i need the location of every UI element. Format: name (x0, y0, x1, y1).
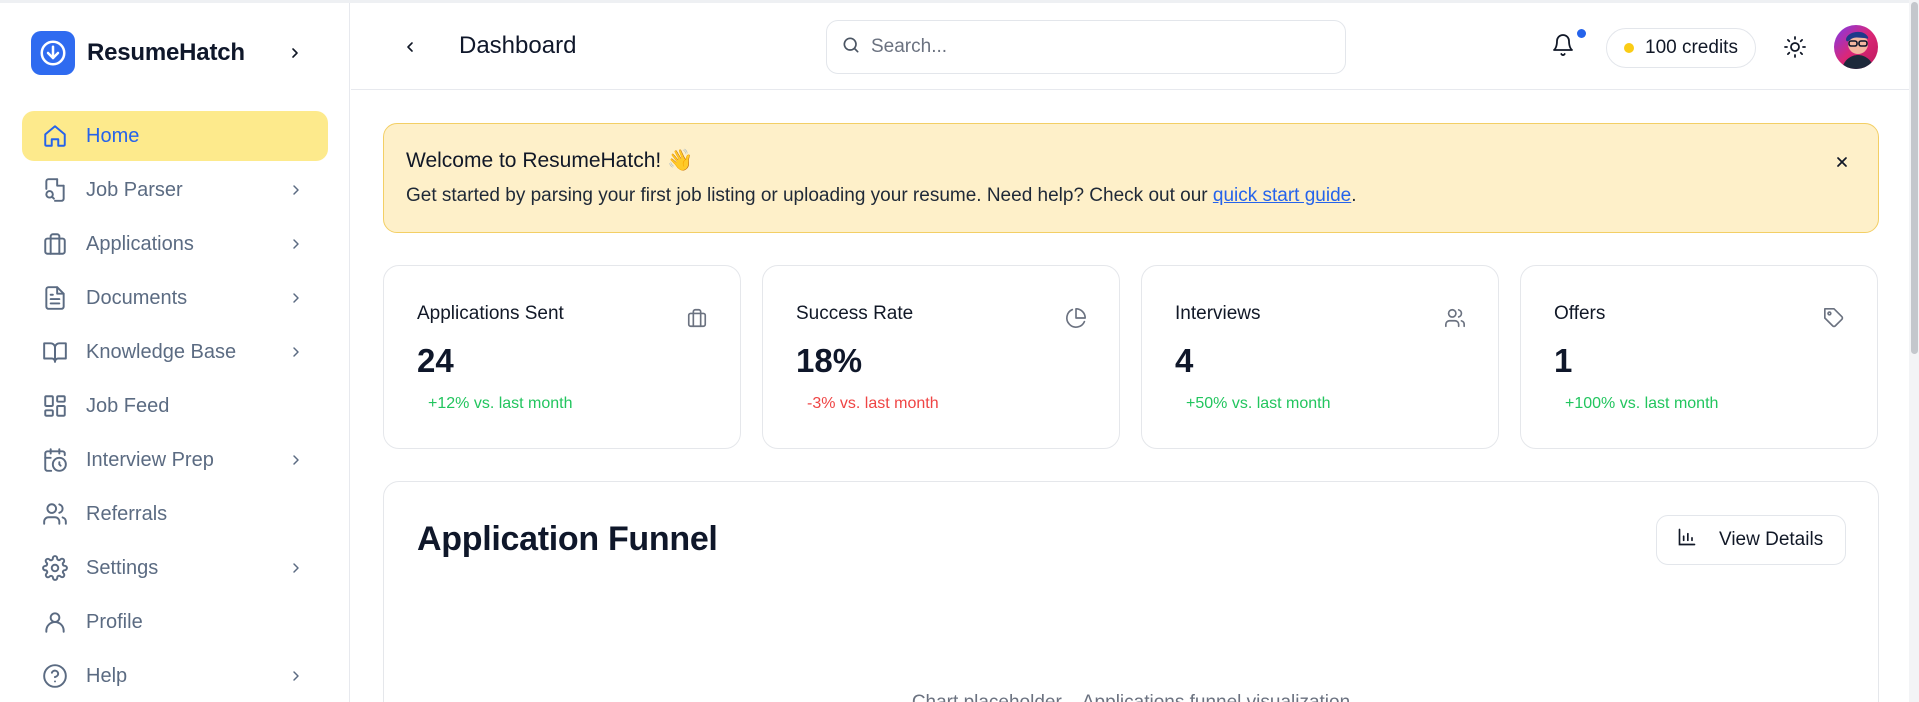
brand[interactable]: ResumeHatch (31, 31, 245, 75)
sidebar-item-home[interactable]: Home (22, 111, 328, 161)
sidebar-item-label: Job Feed (86, 394, 170, 417)
help-circle-icon (42, 663, 68, 689)
search-input[interactable] (871, 36, 1311, 58)
sidebar-item-label: Referrals (86, 502, 168, 525)
credits-badge[interactable]: 100 credits (1606, 28, 1756, 68)
chevron-right-icon[interactable] (286, 180, 306, 200)
sidebar-nav: Home Job Parser Applications Documents K… (22, 111, 328, 702)
quick-start-guide-link[interactable]: quick start guide (1213, 185, 1351, 206)
briefcase-icon (686, 307, 708, 329)
sidebar-item-interview-prep[interactable]: Interview Prep (22, 435, 328, 485)
chart-placeholder-text: Chart placeholder – Applications funnel … (384, 692, 1878, 702)
sidebar: ResumeHatch Home Job Parser Applications (0, 3, 350, 702)
user-icon (42, 609, 68, 635)
users-icon (42, 501, 68, 527)
notification-dot (1577, 29, 1586, 38)
home-icon (42, 123, 68, 149)
notification-bell-icon[interactable] (1551, 33, 1577, 59)
welcome-banner: Welcome to ResumeHatch! 👋 Get started by… (383, 123, 1879, 233)
calendar-clock-icon (42, 447, 68, 473)
chevron-right-icon[interactable] (286, 666, 306, 686)
stat-title: Applications Sent (417, 303, 564, 324)
file-search-icon (42, 177, 68, 203)
sidebar-item-label: Home (86, 124, 140, 147)
avatar[interactable] (1834, 25, 1878, 69)
pie-chart-icon (1065, 307, 1087, 329)
chevron-right-icon[interactable] (286, 342, 306, 362)
application-funnel-panel: Application Funnel View Details Chart pl… (383, 481, 1879, 702)
stat-change: +100% vs. last month (1565, 395, 1719, 412)
top-header: Dashboard 100 credits (351, 3, 1917, 90)
sidebar-item-label: Job Parser (86, 178, 183, 201)
tag-icon (1823, 307, 1845, 329)
briefcase-icon (42, 231, 68, 257)
search-icon (841, 35, 861, 60)
gear-icon (42, 555, 68, 581)
sidebar-item-label: Knowledge Base (86, 340, 237, 363)
stat-card-interviews: Interviews 4 +50% vs. last month (1141, 265, 1499, 449)
users-icon (1444, 307, 1466, 329)
sidebar-item-documents[interactable]: Documents (22, 273, 328, 323)
sidebar-item-label: Help (86, 664, 128, 687)
document-icon (42, 285, 68, 311)
sidebar-item-applications[interactable]: Applications (22, 219, 328, 269)
sidebar-item-label: Interview Prep (86, 448, 214, 471)
sidebar-collapse-chevron-icon[interactable] (285, 43, 305, 63)
stat-card-applications-sent: Applications Sent 24 +12% vs. last month (383, 265, 741, 449)
panel-title: Application Funnel (417, 520, 718, 558)
credits-label: 100 credits (1645, 37, 1738, 58)
app-name: ResumeHatch (87, 39, 245, 66)
stat-card-success-rate: Success Rate 18% -3% vs. last month (762, 265, 1120, 449)
stat-title: Interviews (1175, 303, 1261, 324)
stat-change: +12% vs. last month (428, 395, 573, 412)
sidebar-item-help[interactable]: Help (22, 651, 328, 701)
sidebar-item-job-feed[interactable]: Job Feed (22, 381, 328, 431)
stat-card-offers: Offers 1 +100% vs. last month (1520, 265, 1878, 449)
view-details-label: View Details (1719, 529, 1824, 550)
close-icon[interactable] (1831, 151, 1853, 173)
credits-coin-icon (1624, 43, 1634, 53)
chevron-right-icon[interactable] (286, 450, 306, 470)
sidebar-item-label: Profile (86, 610, 143, 633)
page-scrollbar-thumb[interactable] (1911, 2, 1918, 354)
book-icon (42, 339, 68, 365)
sidebar-item-label: Applications (86, 232, 194, 255)
stat-title: Offers (1554, 303, 1606, 324)
banner-text-start: Get started by parsing your first job li… (406, 185, 1213, 206)
bar-chart-icon (1677, 527, 1697, 553)
search-box[interactable] (826, 20, 1346, 74)
sidebar-item-knowledge-base[interactable]: Knowledge Base (22, 327, 328, 377)
chevron-right-icon[interactable] (286, 558, 306, 578)
stat-change: +50% vs. last month (1186, 395, 1331, 412)
stat-value: 4 (1175, 342, 1194, 379)
chevron-right-icon[interactable] (286, 288, 306, 308)
stat-change: -3% vs. last month (807, 395, 939, 412)
sun-icon[interactable] (1783, 35, 1807, 59)
sidebar-item-settings[interactable]: Settings (22, 543, 328, 593)
logo-download-icon (31, 31, 75, 75)
sidebar-item-profile[interactable]: Profile (22, 597, 328, 647)
stat-value: 1 (1554, 342, 1573, 379)
sidebar-item-job-parser[interactable]: Job Parser (22, 165, 328, 215)
sidebar-item-label: Settings (86, 556, 159, 579)
sidebar-item-referrals[interactable]: Referrals (22, 489, 328, 539)
stat-value: 18% (796, 342, 863, 379)
view-details-button[interactable]: View Details (1656, 515, 1846, 565)
page-title: Dashboard (459, 32, 577, 59)
banner-text: Get started by parsing your first job li… (406, 185, 1357, 207)
stat-value: 24 (417, 342, 454, 379)
banner-text-end: . (1351, 185, 1357, 206)
layout-grid-icon (42, 393, 68, 419)
back-chevron-icon[interactable] (398, 35, 422, 59)
sidebar-item-label: Documents (86, 286, 188, 309)
banner-title: Welcome to ResumeHatch! 👋 (406, 149, 694, 172)
stat-title: Success Rate (796, 303, 914, 324)
chevron-right-icon[interactable] (286, 234, 306, 254)
